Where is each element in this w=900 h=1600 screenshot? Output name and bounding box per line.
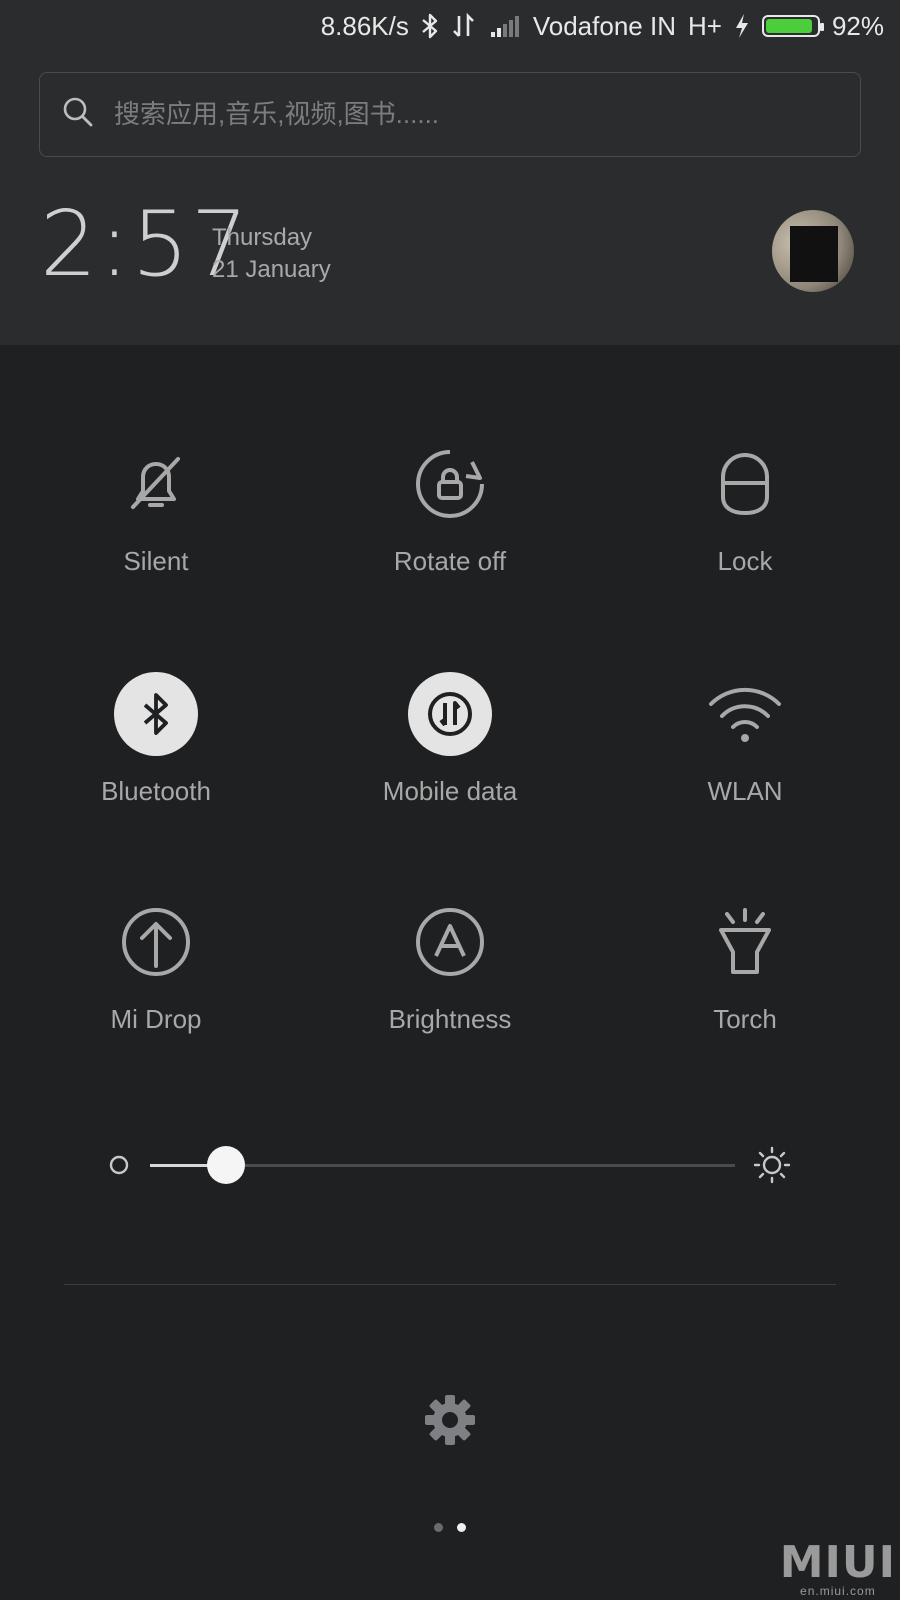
page-indicator	[434, 1523, 466, 1532]
toggle-label: Torch	[713, 1004, 777, 1034]
bell-off-icon	[114, 442, 198, 526]
page-dot-2[interactable]	[457, 1523, 466, 1532]
toggle-brightness[interactable]: Brightness	[300, 900, 600, 1060]
search-bar[interactable]	[39, 72, 861, 157]
battery-percent: 92%	[831, 10, 884, 41]
toggle-lock[interactable]: Lock	[595, 442, 895, 602]
bluetooth-icon	[114, 672, 198, 756]
carrier-name: Vodafone IN	[532, 10, 676, 41]
search-input[interactable]	[114, 99, 814, 130]
toggle-wlan[interactable]: WLAN	[595, 672, 895, 832]
battery-fill	[765, 19, 812, 33]
page-dot-1[interactable]	[434, 1523, 443, 1532]
toggle-mi-drop[interactable]: Mi Drop	[6, 900, 306, 1060]
toggle-label: Rotate off	[393, 546, 507, 576]
divider	[64, 1284, 836, 1285]
search-icon	[62, 96, 94, 133]
toggle-label: Brightness	[388, 1004, 512, 1034]
date-block[interactable]: Thursday 21 January	[212, 222, 331, 286]
toggle-label: Silent	[123, 546, 189, 576]
toggle-rotate[interactable]: Rotate off	[300, 442, 600, 602]
brightness-slider-row	[108, 1140, 798, 1190]
auto-brightness-icon	[408, 900, 492, 984]
toggle-mobile-data[interactable]: Mobile data	[300, 672, 600, 832]
toggle-torch[interactable]: Torch	[595, 900, 895, 1060]
lock-icon	[703, 442, 787, 526]
battery-icon	[761, 15, 824, 37]
day-of-week: Thursday	[212, 224, 313, 251]
signal-icon	[489, 14, 521, 38]
upload-arrow-icon	[114, 900, 198, 984]
brightness-slider[interactable]	[150, 1146, 735, 1184]
avatar[interactable]	[772, 210, 854, 292]
toggle-label: Mi Drop	[110, 1004, 202, 1034]
status-bar: 8.86K/s Vodafone IN H+ 92%	[0, 0, 900, 52]
mobile-data-icon	[408, 672, 492, 756]
torch-icon	[703, 900, 787, 984]
toggle-label: Lock	[717, 546, 773, 576]
miui-watermark: MIUI en.miui.com	[779, 1537, 896, 1599]
date-text: 21 January	[212, 256, 331, 283]
bluetooth-icon	[421, 13, 439, 39]
watermark-brand: MIUI	[779, 1537, 896, 1588]
network-speed: 8.86K/s	[320, 10, 409, 41]
network-type: H+	[687, 10, 722, 41]
data-transfer-icon	[451, 13, 477, 39]
brightness-slider-thumb[interactable]	[207, 1146, 246, 1184]
gear-icon[interactable]	[424, 1394, 476, 1446]
wifi-icon	[703, 672, 787, 756]
toggle-label: Mobile data	[382, 776, 518, 806]
brightness-high-icon	[753, 1146, 791, 1189]
toggle-label: WLAN	[707, 776, 783, 806]
toggle-bluetooth[interactable]: Bluetooth	[6, 672, 306, 832]
charging-icon	[734, 13, 750, 39]
brightness-low-icon	[108, 1154, 130, 1181]
rotate-lock-icon	[408, 442, 492, 526]
toggle-label: Bluetooth	[101, 776, 211, 806]
toggle-silent[interactable]: Silent	[6, 442, 306, 602]
